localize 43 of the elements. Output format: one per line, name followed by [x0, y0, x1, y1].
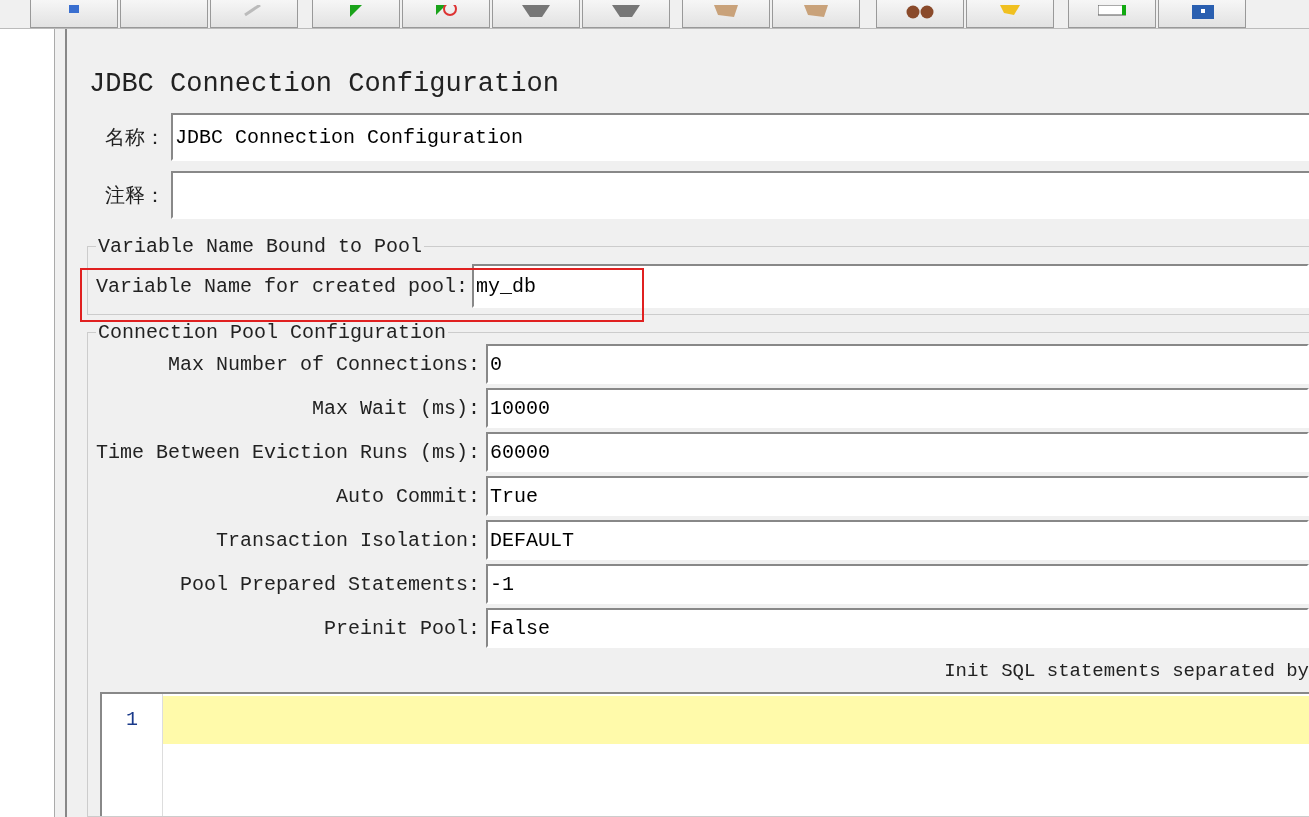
- text-field[interactable]: -1: [486, 564, 1309, 604]
- text-field[interactable]: my_db: [472, 264, 1309, 308]
- toolbar-button[interactable]: [1068, 0, 1156, 28]
- text-field[interactable]: 60000: [486, 432, 1309, 472]
- group-title: Connection Pool Configuration: [97, 321, 448, 344]
- panel-title: JDBC Connection Configuration: [89, 69, 560, 99]
- field-label: 名称：: [104, 125, 165, 151]
- text-field[interactable]: False: [486, 608, 1309, 648]
- text-field[interactable]: 10000: [486, 388, 1309, 428]
- toolbar-button[interactable]: [582, 0, 670, 28]
- field-label: Auto Commit:: [334, 484, 480, 508]
- toolbar-button[interactable]: [210, 0, 298, 28]
- toolbar-button[interactable]: [120, 0, 208, 28]
- field-label: Time Between Eviction Runs (ms):: [96, 440, 480, 464]
- field-label: Max Wait (ms):: [310, 396, 480, 420]
- text-field[interactable]: [171, 171, 1309, 219]
- toolbar-button[interactable]: [492, 0, 580, 28]
- toolbar-button[interactable]: [772, 0, 860, 28]
- toolbar-button[interactable]: [876, 0, 964, 28]
- field-label: Max Number of Connections:: [166, 352, 480, 376]
- init-sql-label: Init SQL statements separated by: [943, 660, 1309, 682]
- field-label: Preinit Pool:: [322, 616, 480, 640]
- text-field[interactable]: JDBC Connection Configuration: [171, 113, 1309, 161]
- toolbar-button[interactable]: [682, 0, 770, 28]
- toolbar-button[interactable]: [1158, 0, 1246, 28]
- circles-icon: [906, 5, 934, 19]
- toolbar-button[interactable]: [312, 0, 400, 28]
- toolbar-button[interactable]: [30, 0, 118, 28]
- line-number: 1: [126, 708, 138, 733]
- field-label: 注释：: [104, 183, 165, 209]
- sql-editor[interactable]: 1: [100, 692, 1309, 816]
- field-label: Pool Prepared Statements:: [178, 572, 480, 596]
- field-label: Variable Name for created pool:: [96, 274, 466, 298]
- text-field[interactable]: True: [486, 476, 1309, 516]
- text-field[interactable]: DEFAULT: [486, 520, 1309, 560]
- toolbar-button[interactable]: [966, 0, 1054, 28]
- toolbar-button[interactable]: [402, 0, 490, 28]
- text-field[interactable]: 0: [486, 344, 1309, 384]
- shape-icon: [612, 5, 640, 19]
- shape-icon: [522, 5, 550, 19]
- group-title: Variable Name Bound to Pool: [97, 235, 424, 258]
- field-label: Transaction Isolation:: [214, 528, 480, 552]
- tag-icon: [1098, 5, 1126, 19]
